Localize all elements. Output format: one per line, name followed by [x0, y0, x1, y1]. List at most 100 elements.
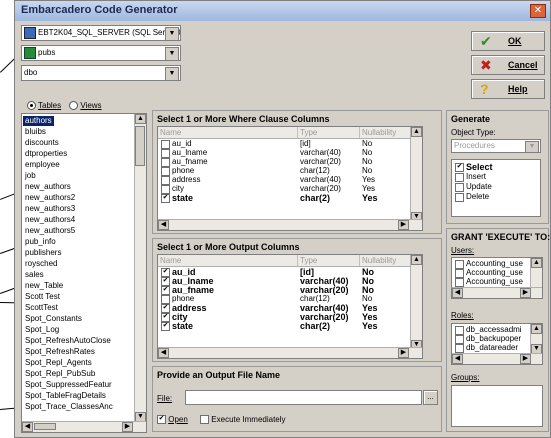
- roles-list[interactable]: db_accessadmi db_backupoper db_datareader …: [451, 323, 543, 365]
- table-list-item[interactable]: roysched: [25, 259, 57, 269]
- table-list-item[interactable]: Spot_RefreshRates: [25, 347, 95, 357]
- table-list-hscroll[interactable]: ◀ ▶: [22, 421, 146, 432]
- roles-item[interactable]: db_datareader: [452, 344, 542, 353]
- users-list[interactable]: Accounting_use Accounting_use Accounting_u…: [451, 257, 543, 299]
- table-list[interactable]: authors bluibs discounts dtproperties employ…: [21, 113, 147, 433]
- table-list-item[interactable]: new_authors3: [25, 204, 75, 214]
- roles-checkbox[interactable]: [455, 344, 464, 353]
- column-checkbox[interactable]: [161, 176, 170, 185]
- owner-select[interactable]: dbo ▼: [21, 65, 181, 81]
- server-select[interactable]: EBT2K04_SQL_SERVER (SQL Server 0 ▼: [21, 25, 181, 41]
- close-button[interactable]: ✕: [530, 4, 546, 18]
- table-list-item[interactable]: discounts: [25, 138, 59, 148]
- users-checkbox[interactable]: [455, 269, 464, 278]
- scroll-left-icon[interactable]: ◀: [158, 220, 169, 230]
- nullability-header[interactable]: Nullability: [360, 255, 412, 266]
- where-grid-scrollbar[interactable]: ▲ ▼: [410, 127, 422, 222]
- users-hscroll[interactable]: ◀ ▶: [452, 287, 542, 298]
- object-type-select[interactable]: Procedures ▼: [451, 139, 541, 153]
- table-row[interactable]: ✔ au_fname varchar(20) No: [158, 286, 422, 295]
- scroll-right-icon[interactable]: ▶: [520, 288, 531, 298]
- file-input[interactable]: [185, 390, 422, 405]
- type-header[interactable]: Type: [298, 255, 360, 266]
- roles-scrollbar[interactable]: ▲ ▼: [530, 324, 542, 354]
- table-list-item[interactable]: authors: [23, 116, 54, 126]
- scroll-left-icon[interactable]: ◀: [452, 354, 463, 364]
- scroll-up-icon[interactable]: ▲: [411, 255, 422, 265]
- views-radio[interactable]: [69, 101, 79, 111]
- table-list-item[interactable]: pub_info: [25, 237, 56, 247]
- table-list-item[interactable]: employee: [25, 160, 60, 170]
- operation-checkbox[interactable]: [455, 173, 464, 182]
- roles-checkbox[interactable]: [455, 326, 464, 335]
- table-list-item[interactable]: Spot_Repl_Agents: [25, 358, 92, 368]
- table-list-item[interactable]: new_Table: [25, 281, 63, 291]
- open-checkbox[interactable]: ✔: [157, 415, 166, 425]
- column-checkbox[interactable]: ✔: [161, 304, 170, 313]
- scroll-up-icon[interactable]: ▲: [531, 324, 542, 334]
- column-checkbox[interactable]: ✔: [161, 194, 170, 203]
- table-list-item[interactable]: Scott Test: [25, 292, 60, 302]
- table-row[interactable]: ✔ address varchar(40) Yes: [158, 304, 422, 313]
- column-checkbox[interactable]: [161, 167, 170, 176]
- output-grid-scrollbar[interactable]: ▲ ▼: [410, 255, 422, 350]
- table-row[interactable]: au_id [id] No: [158, 140, 422, 149]
- roles-item[interactable]: db_backupoper: [452, 335, 542, 344]
- column-checkbox[interactable]: [161, 295, 170, 304]
- operation-checkbox[interactable]: [455, 183, 464, 192]
- scroll-left-icon[interactable]: ◀: [452, 288, 463, 298]
- table-list-item[interactable]: Spot_Constants: [25, 314, 82, 324]
- scroll-up-icon[interactable]: ▲: [531, 258, 542, 268]
- table-list-item[interactable]: Spot_Repl_PubSub: [25, 369, 95, 379]
- table-list-item[interactable]: job: [25, 171, 36, 181]
- scroll-left-icon[interactable]: ◀: [158, 348, 169, 358]
- ok-button[interactable]: ✔ OK: [471, 31, 545, 51]
- table-row[interactable]: ✔ state char(2) Yes: [158, 194, 422, 203]
- table-list-item[interactable]: Spot_RefreshAutoClose: [25, 336, 111, 346]
- table-list-item[interactable]: new_authors: [25, 182, 71, 192]
- nullability-header[interactable]: Nullability: [360, 127, 412, 138]
- table-list-item[interactable]: Spot_Log: [25, 325, 59, 335]
- column-checkbox[interactable]: ✔: [161, 286, 170, 295]
- table-row[interactable]: au_lname varchar(40) No: [158, 149, 422, 158]
- table-list-item[interactable]: new_authors2: [25, 193, 75, 203]
- output-columns-grid[interactable]: Name Type Nullability ✔ au_id [id] No ✔ au_ln…: [157, 254, 423, 359]
- table-row[interactable]: address varchar(40) Yes: [158, 176, 422, 185]
- column-checkbox[interactable]: [161, 149, 170, 158]
- scroll-right-icon[interactable]: ▶: [398, 348, 409, 358]
- output-grid-hscroll[interactable]: ◀ ▶: [158, 347, 422, 358]
- help-button[interactable]: ? Help: [471, 79, 545, 99]
- execute-checkbox[interactable]: [200, 415, 210, 425]
- operation-checkbox[interactable]: ✔: [455, 163, 464, 172]
- tables-radio[interactable]: [27, 101, 36, 111]
- scroll-right-icon[interactable]: ▶: [398, 220, 409, 230]
- column-checkbox[interactable]: ✔: [161, 322, 170, 331]
- table-list-item[interactable]: dtproperties: [25, 149, 67, 159]
- scroll-up-icon[interactable]: ▲: [411, 127, 422, 137]
- users-item[interactable]: Accounting_use: [452, 269, 542, 278]
- roles-item[interactable]: db_accessadmi: [452, 326, 542, 335]
- table-list-item[interactable]: sales: [25, 270, 44, 280]
- scroll-thumb[interactable]: [135, 126, 145, 166]
- users-scrollbar[interactable]: ▲: [530, 258, 542, 288]
- roles-hscroll[interactable]: ◀ ▶: [452, 353, 542, 364]
- name-header[interactable]: Name: [158, 127, 298, 138]
- roles-checkbox[interactable]: [455, 335, 464, 344]
- table-row[interactable]: phone char(12) No: [158, 295, 422, 304]
- groups-list[interactable]: [451, 385, 543, 427]
- table-list-item[interactable]: Spot_Trace_ClassesAnc: [25, 402, 113, 412]
- column-checkbox[interactable]: ✔: [161, 268, 170, 277]
- table-row[interactable]: ✔ state char(2) Yes: [158, 322, 422, 331]
- table-list-item[interactable]: new_authors5: [25, 226, 75, 236]
- table-list-item[interactable]: Spot_TableFragDetails: [25, 391, 106, 401]
- hscroll-thumb[interactable]: [34, 423, 56, 430]
- browse-button[interactable]: ...: [423, 390, 438, 405]
- where-grid-hscroll[interactable]: ◀ ▶: [158, 219, 422, 230]
- cancel-button[interactable]: ✖ Cancel: [471, 55, 545, 75]
- users-checkbox[interactable]: [455, 260, 464, 269]
- table-list-item[interactable]: publishers: [25, 248, 61, 258]
- table-list-item[interactable]: ScottTest: [25, 303, 58, 313]
- operation-option[interactable]: ✔ Select: [452, 163, 540, 172]
- operation-option[interactable]: Update: [452, 183, 540, 192]
- column-checkbox[interactable]: [161, 185, 170, 194]
